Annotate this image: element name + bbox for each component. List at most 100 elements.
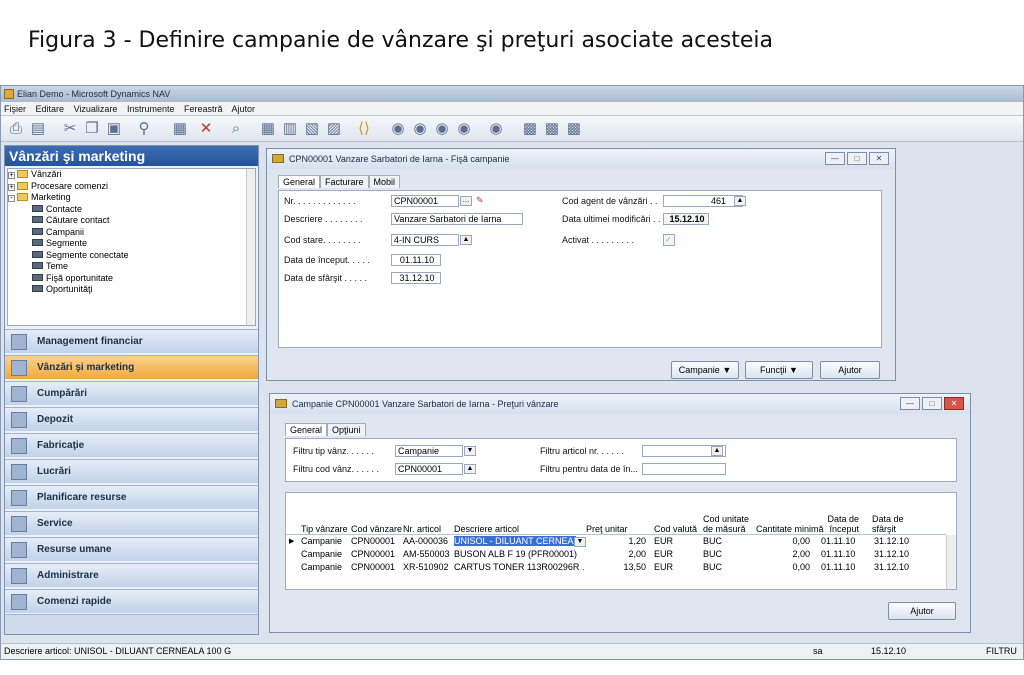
functii-button[interactable]: Funcţii ▼ [745, 361, 813, 379]
dropdown-arrow-icon[interactable]: ▲ [734, 196, 746, 206]
cell-tip[interactable]: Campanie [301, 536, 342, 546]
menu-tools[interactable]: Instrumente [127, 104, 175, 114]
cell-tip[interactable]: Campanie [301, 562, 342, 572]
tree-item-fisa-oportunitate[interactable]: Fişă oportunitate [8, 273, 255, 285]
cell-cod[interactable]: CPN00001 [351, 549, 395, 559]
minimize-icon[interactable]: — [825, 152, 845, 165]
tab-facturare[interactable]: Facturare [320, 175, 369, 188]
field-filter-icon[interactable]: ▨ [325, 120, 343, 138]
cell-data-sfarsit[interactable]: 31.12.10 [874, 536, 909, 546]
descriere-field[interactable]: Vanzare Sarbatori de Iarna [391, 213, 523, 225]
filtru-tip-field[interactable]: Campanie [395, 445, 463, 457]
edit-pencil-icon[interactable]: ✎ [476, 195, 484, 206]
menu-edit[interactable]: Editare [36, 104, 65, 114]
expand-icon[interactable]: + [8, 172, 15, 179]
menu-file[interactable]: Fişier [4, 104, 26, 114]
nav-button-lucrari[interactable]: Lucrări [5, 459, 258, 483]
col-cantitate-minima[interactable]: Cantitate minimă [756, 524, 824, 534]
col-tip-vanzare[interactable]: Tip vânzare [301, 524, 348, 534]
filtru-cod-field[interactable]: CPN00001 [395, 463, 463, 475]
preview-icon[interactable]: ▤ [29, 120, 47, 138]
cell-cantitate[interactable]: 0,00 [766, 536, 810, 546]
attach-icon[interactable]: ⚲ [135, 120, 153, 138]
cell-cantitate[interactable]: 0,00 [766, 562, 810, 572]
nav-button-comenzi-rapide[interactable]: Comenzi rapide [5, 589, 258, 613]
col-descriere-articol[interactable]: Descriere articol [454, 524, 519, 534]
copy-icon[interactable]: ❐ [83, 120, 101, 138]
cell-valuta[interactable]: EUR [654, 562, 673, 572]
cell-um[interactable]: BUC [703, 536, 722, 546]
cell-data-sfarsit[interactable]: 31.12.10 [874, 562, 909, 572]
maximize-icon[interactable]: □ [847, 152, 867, 165]
cut-icon[interactable]: ✂ [61, 120, 79, 138]
cell-descriere[interactable]: CARTUS TONER 113R00296R ... [454, 562, 584, 572]
dropdown-arrow-icon[interactable]: ▲ [711, 446, 723, 456]
cell-data-inceput[interactable]: 01.11.10 [821, 536, 855, 546]
cell-pret[interactable]: 2,00 [596, 549, 646, 559]
report3-icon[interactable]: ▩ [565, 120, 583, 138]
insert-icon[interactable]: ▦ [171, 120, 189, 138]
close-icon[interactable]: ✕ [869, 152, 889, 165]
tree-item-segmente[interactable]: Segmente [8, 238, 255, 250]
tree-item-oportunitati[interactable]: Oportunităţi [8, 284, 255, 296]
cell-tip[interactable]: Campanie [301, 549, 342, 559]
col-data-sfarsit[interactable]: Data de sfârşit [872, 514, 912, 534]
cell-valuta[interactable]: EUR [654, 549, 673, 559]
dropdown-arrow-icon[interactable]: ▼ [464, 446, 476, 456]
cell-cod[interactable]: CPN00001 [351, 562, 395, 572]
nav-button-management-financiar[interactable]: Management financiar [5, 329, 258, 353]
nr-field[interactable]: CPN00001 [391, 195, 459, 207]
col-cod-valuta[interactable]: Cod valută [654, 524, 697, 534]
close-icon[interactable]: ✕ [944, 397, 964, 410]
nav-button-service[interactable]: Service [5, 511, 258, 535]
dropdown-arrow-icon[interactable]: ▲ [464, 464, 476, 474]
nav-button-vanzari-marketing[interactable]: Vânzări şi marketing [5, 355, 258, 379]
cell-pret[interactable]: 13,50 [596, 562, 646, 572]
sort-icon[interactable]: ▥ [281, 120, 299, 138]
navigate-icon[interactable]: ◉ [487, 120, 505, 138]
cell-articol[interactable]: AA-000036 [403, 536, 448, 546]
cell-um[interactable]: BUC [703, 562, 722, 572]
delete-icon[interactable]: ✕ [197, 120, 215, 138]
print-icon[interactable]: ⎙ [7, 120, 25, 138]
cell-descriere[interactable]: BUSON ALB F 19 (PFR00001) [454, 549, 584, 559]
last-record-icon[interactable]: ◉ [455, 120, 473, 138]
nav-button-fabricatie[interactable]: Fabricaţie [5, 433, 258, 457]
lookup-icon[interactable]: … [460, 196, 472, 206]
tree-item-cautare-contact[interactable]: Căutare contact [8, 215, 255, 227]
nav-button-administrare[interactable]: Administrare [5, 563, 258, 587]
ajutor-button[interactable]: Ajutor [888, 602, 956, 620]
cell-cod[interactable]: CPN00001 [351, 536, 395, 546]
cell-data-inceput[interactable]: 01.11.10 [821, 562, 855, 572]
tree-item-teme[interactable]: Teme [8, 261, 255, 273]
grid-scrollbar[interactable] [946, 535, 956, 589]
col-cod-vanzare[interactable]: Cod vânzare [351, 524, 402, 534]
tree-item-marketing[interactable]: - Marketing [8, 192, 255, 204]
minimize-icon[interactable]: — [900, 397, 920, 410]
cell-data-inceput[interactable]: 01.11.10 [821, 549, 855, 559]
dropdown-arrow-icon[interactable]: ▲ [460, 235, 472, 245]
tree-item-vanzari[interactable]: + Vânzări [8, 169, 255, 181]
cell-articol[interactable]: XR-510902 [403, 562, 449, 572]
nav-button-resurse-umane[interactable]: Resurse umane [5, 537, 258, 561]
tree-item-campanii[interactable]: Campanii [8, 227, 255, 239]
cell-cantitate[interactable]: 2,00 [766, 549, 810, 559]
expand-icon[interactable]: + [8, 183, 15, 191]
paste-icon[interactable]: ▣ [105, 120, 123, 138]
menu-view[interactable]: Vizualizare [74, 104, 118, 114]
dropdown-arrow-icon[interactable]: ▼ [574, 537, 586, 547]
tree-item-segmente-conectate[interactable]: Segmente conectate [8, 250, 255, 262]
activat-checkbox[interactable]: ✓ [663, 234, 675, 246]
list-icon[interactable]: ▦ [259, 120, 277, 138]
filter-icon[interactable]: ▧ [303, 120, 321, 138]
campanie-button[interactable]: Campanie ▼ [671, 361, 739, 379]
cod-agent-field[interactable]: 461 [663, 195, 743, 207]
tree-scrollbar[interactable] [246, 169, 255, 325]
cod-stare-field[interactable]: 4-IN CURS [391, 234, 459, 246]
menu-window[interactable]: Fereastră [184, 104, 223, 114]
ajutor-button[interactable]: Ajutor [820, 361, 880, 379]
cell-descriere-selected[interactable]: UNISOL - DILUANT CERNEALA [454, 536, 576, 546]
tab-mobil[interactable]: Mobil [368, 175, 401, 188]
tree-item-contacte[interactable]: Contacte [8, 204, 255, 216]
tree-item-procesare-comenzi[interactable]: + Procesare comenzi [8, 181, 255, 193]
